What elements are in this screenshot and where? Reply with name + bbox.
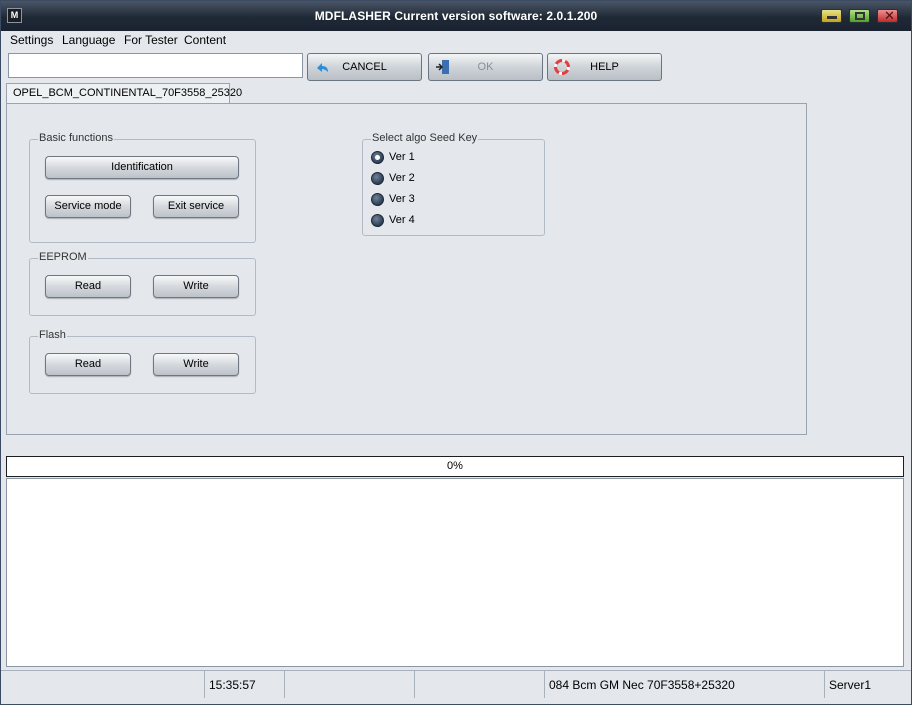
window-title: MDFLASHER Current version software: 2.0.… — [314, 9, 598, 23]
close-icon: ✕ — [884, 8, 895, 23]
menu-bar: Settings Language For Tester Content — [1, 31, 911, 49]
status-cell-empty-2 — [285, 671, 415, 698]
status-cell-empty-3 — [415, 671, 545, 698]
radio-ver-4[interactable]: Ver 4 — [371, 213, 541, 229]
radio-ver-2[interactable]: Ver 2 — [371, 171, 541, 187]
seed-key-title: Select algo Seed Key — [371, 132, 479, 144]
help-button[interactable]: HELP — [547, 53, 662, 81]
menu-content[interactable]: Content — [184, 33, 226, 47]
basic-functions-group: Basic functions Identification Service m… — [29, 132, 256, 243]
status-cell-empty-1 — [1, 671, 205, 698]
app-window: M MDFLASHER Current version software: 2.… — [0, 0, 912, 705]
service-mode-button[interactable]: Service mode — [45, 195, 131, 218]
progress-bar: 0% — [6, 456, 904, 477]
title-bar[interactable]: M MDFLASHER Current version software: 2.… — [1, 1, 911, 31]
seed-key-group: Select algo Seed Key Ver 1 Ver 2 Ver 3 V… — [362, 132, 545, 236]
radio-ver-1[interactable]: Ver 1 — [371, 150, 541, 166]
ok-button[interactable]: OK — [428, 53, 543, 81]
minimize-button[interactable] — [821, 9, 842, 23]
eeprom-read-button[interactable]: Read — [45, 275, 131, 298]
status-server: Server1 — [829, 678, 872, 692]
radio-unchecked-icon — [371, 193, 384, 206]
status-device: 084 Bcm GM Nec 70F3558+25320 — [545, 671, 825, 698]
radio-checked-icon — [371, 151, 384, 164]
flash-title: Flash — [38, 329, 67, 341]
menu-language[interactable]: Language — [62, 33, 115, 47]
flash-read-button[interactable]: Read — [45, 353, 131, 376]
log-area[interactable] — [6, 478, 904, 667]
menu-settings[interactable]: Settings — [10, 33, 53, 47]
minimize-icon — [827, 16, 837, 19]
command-input[interactable] — [8, 53, 303, 78]
eeprom-group: EEPROM Read Write — [29, 251, 256, 316]
cancel-button[interactable]: CANCEL — [307, 53, 422, 81]
maximize-icon — [855, 12, 865, 20]
eeprom-title: EEPROM — [38, 251, 88, 263]
basic-functions-title: Basic functions — [38, 132, 114, 144]
radio-unchecked-icon — [371, 172, 384, 185]
menu-for-tester[interactable]: For Tester — [124, 33, 178, 47]
flash-group: Flash Read Write — [29, 329, 256, 394]
status-time: 15:35:57 — [205, 671, 285, 698]
status-bar: 15:35:57 084 Bcm GM Nec 70F3558+25320 Se… — [1, 670, 911, 698]
tab-panel: Basic functions Identification Service m… — [6, 103, 807, 435]
eeprom-write-button[interactable]: Write — [153, 275, 239, 298]
close-button[interactable]: ✕ — [877, 8, 898, 23]
identification-button[interactable]: Identification — [45, 156, 239, 179]
radio-ver-3[interactable]: Ver 3 — [371, 192, 541, 208]
exit-service-button[interactable]: Exit service — [153, 195, 239, 218]
radio-unchecked-icon — [371, 214, 384, 227]
flash-write-button[interactable]: Write — [153, 353, 239, 376]
tab-opel-bcm[interactable]: OPEL_BCM_CONTINENTAL_70F3558_25320 — [6, 83, 242, 104]
progress-label: 0% — [447, 460, 463, 472]
maximize-button[interactable] — [849, 9, 870, 23]
